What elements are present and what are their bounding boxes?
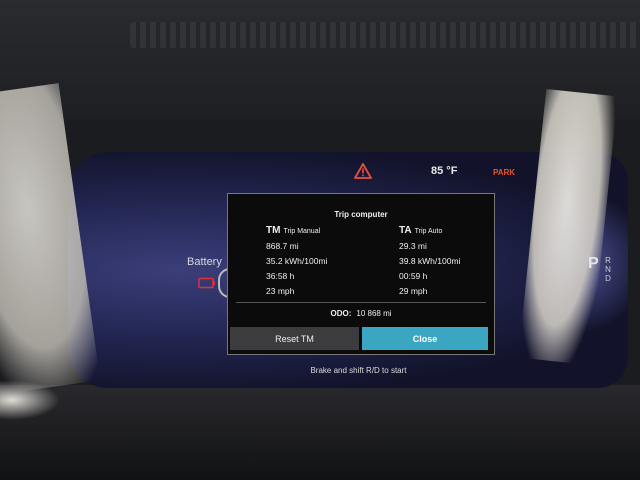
trip-auto-consumption: 39.8 kWh/100mi [399, 256, 461, 266]
gear-selector: P R N D [588, 255, 611, 286]
park-indicator: PARK [493, 168, 516, 177]
trip-manual-consumption: 35.2 kWh/100mi [266, 256, 328, 266]
odometer-label: ODO: [330, 309, 352, 318]
gear-option-r: R [605, 256, 611, 265]
close-button[interactable]: Close [362, 327, 488, 350]
trip-computer-dialog: Trip computer TM Trip Manual 868.7 mi 35.… [227, 193, 495, 355]
trip-auto-abbr: TA [399, 225, 412, 236]
dialog-title: Trip computer [334, 210, 388, 219]
trip-auto-time: 00:59 h [399, 271, 428, 281]
trip-manual-distance: 868.7 mi [266, 241, 299, 251]
trip-manual-speed: 23 mph [266, 286, 295, 296]
trip-manual-abbr: TM [266, 225, 281, 236]
trip-manual-name: Trip Manual [283, 228, 321, 235]
trip-auto-column: TA Trip Auto 29.3 mi 39.8 kWh/100mi 00:59… [399, 225, 460, 299]
odometer-value: 10 868 mi [356, 309, 392, 318]
trip-manual-column: TM Trip Manual 868.7 mi 35.2 kWh/100mi 36… [266, 225, 327, 299]
trip-manual-header: TM Trip Manual [266, 225, 327, 239]
gear-options: R N D [605, 256, 611, 283]
gear-current: P [588, 255, 599, 272]
dashboard-bottom [0, 385, 640, 480]
start-hint: Brake and shift R/D to start [310, 366, 407, 375]
gear-option-d: D [605, 274, 611, 283]
trip-auto-name: Trip Auto [414, 228, 443, 235]
trip-auto-distance: 29.3 mi [399, 241, 427, 251]
warning-triangle-icon [354, 163, 372, 179]
trip-auto-speed: 29 mph [399, 286, 428, 296]
outside-temperature: 85 °F [431, 165, 458, 177]
divider [236, 302, 486, 303]
battery-label: Battery [187, 256, 222, 268]
battery-icon [198, 277, 215, 289]
reset-tm-button[interactable]: Reset TM [230, 327, 359, 350]
trip-manual-time: 36:58 h [266, 271, 295, 281]
air-vent [130, 22, 640, 48]
trip-auto-header: TA Trip Auto [399, 225, 460, 239]
odometer: ODO: 10 868 mi [228, 309, 494, 318]
gear-option-n: N [605, 265, 611, 274]
